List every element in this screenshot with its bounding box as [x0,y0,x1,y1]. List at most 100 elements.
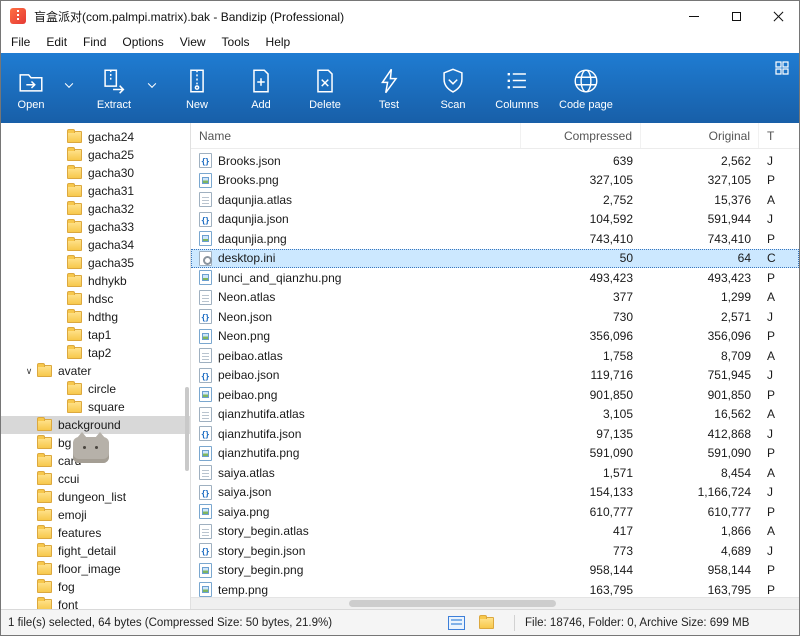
file-row[interactable]: saiya.png 610,777 610,777 P [191,502,799,522]
file-row[interactable]: qianzhutifa.atlas 3,105 16,562 A [191,405,799,425]
menu-item[interactable]: Tools [214,32,258,52]
tree-item-label: tap1 [88,328,111,342]
file-original-size: 163,795 [641,583,759,597]
tree-item[interactable]: ccui [1,470,190,488]
open-button[interactable]: Open [5,56,57,120]
expander-icon[interactable]: ∨ [21,366,37,377]
tree-item[interactable]: fog [1,578,190,596]
file-row[interactable]: daqunjia.json 104,592 591,944 J [191,210,799,230]
menu-item[interactable]: View [172,32,214,52]
file-row[interactable]: temp.png 163,795 163,795 P [191,580,799,597]
file-row[interactable]: saiya.json 154,133 1,166,724 J [191,483,799,503]
extract-dropdown[interactable] [144,56,159,120]
tree-item[interactable]: floor_image [1,560,190,578]
add-button[interactable]: Add [235,56,287,120]
tree-item[interactable]: font [1,596,190,609]
columns-button[interactable]: Columns [491,56,543,120]
tree-item[interactable]: hdhykb [1,272,190,290]
tree-item[interactable]: emoji [1,506,190,524]
view-mode-icon[interactable] [448,616,465,630]
tree-item[interactable]: gacha35 [1,254,190,272]
tree-item[interactable]: circle [1,380,190,398]
tree-item[interactable]: gacha33 [1,218,190,236]
menu-item[interactable]: Options [114,32,171,52]
file-row[interactable]: Neon.png 356,096 356,096 P [191,327,799,347]
file-row[interactable]: daqunjia.atlas 2,752 15,376 A [191,190,799,210]
file-row[interactable]: story_begin.png 958,144 958,144 P [191,561,799,581]
file-type-icon [199,290,212,305]
file-name: desktop.ini [218,251,275,265]
column-header-name[interactable]: Name [191,123,521,148]
new-archive-icon [182,66,212,96]
tree-item[interactable]: hdthg [1,308,190,326]
tree-item[interactable]: gacha34 [1,236,190,254]
tree-item-label: gacha31 [88,184,134,198]
file-row[interactable]: daqunjia.png 743,410 743,410 P [191,229,799,249]
tree-item[interactable]: fight_detail [1,542,190,560]
file-type-icon [199,387,212,402]
column-header-compressed[interactable]: Compressed [521,123,641,148]
file-name: story_begin.atlas [218,524,309,538]
menu-item[interactable]: File [3,32,38,52]
file-row[interactable]: desktop.ini 50 64 C [191,249,799,269]
close-button[interactable] [757,1,799,31]
file-row[interactable]: story_begin.atlas 417 1,866 A [191,522,799,542]
file-row[interactable]: peibao.png 901,850 901,850 P [191,385,799,405]
horizontal-scrollbar[interactable] [191,597,799,609]
file-row[interactable]: qianzhutifa.json 97,135 412,868 J [191,424,799,444]
file-row[interactable]: qianzhutifa.png 591,090 591,090 P [191,444,799,464]
menu-item[interactable]: Help [258,32,299,52]
tree-item[interactable]: ∨ avater [1,362,190,380]
archive-summary: File: 18746, Folder: 0, Archive Size: 69… [525,617,749,629]
column-header-original[interactable]: Original [641,123,759,148]
test-button[interactable]: Test [363,56,415,120]
tree-item-label: gacha35 [88,256,134,270]
file-original-size: 591,944 [641,212,759,226]
tree-item[interactable]: dungeon_list [1,488,190,506]
maximize-button[interactable] [715,1,757,31]
minimize-button[interactable] [673,1,715,31]
tree-item[interactable]: gacha30 [1,164,190,182]
file-row[interactable]: lunci_and_qianzhu.png 493,423 493,423 P [191,268,799,288]
tree-item[interactable]: tap1 [1,326,190,344]
file-original-size: 1,866 [641,524,759,538]
file-row[interactable]: saiya.atlas 1,571 8,454 A [191,463,799,483]
file-row[interactable]: Neon.json 730 2,571 J [191,307,799,327]
delete-button[interactable]: Delete [299,56,351,120]
file-row[interactable]: Brooks.json 639 2,562 J [191,151,799,171]
codepage-button[interactable]: Code page [555,56,617,120]
tree-item[interactable]: square [1,398,190,416]
tree-item[interactable]: tap2 [1,344,190,362]
file-row[interactable]: Brooks.png 327,105 327,105 P [191,171,799,191]
extract-button[interactable]: Extract [88,56,140,120]
file-row[interactable]: peibao.json 119,716 751,945 J [191,366,799,386]
tree-item[interactable]: gacha24 [1,128,190,146]
maximize-icon [732,12,741,21]
open-dropdown[interactable] [61,56,76,120]
open-folder-icon[interactable] [479,617,494,629]
file-type-letter: J [759,485,799,499]
file-original-size: 901,850 [641,388,759,402]
file-row[interactable]: peibao.atlas 1,758 8,709 A [191,346,799,366]
test-label: Test [379,99,399,111]
menu-bar: File Edit Find Options View Tools Help [1,31,799,53]
menu-item[interactable]: Edit [38,32,75,52]
new-button[interactable]: New [171,56,223,120]
sidebar-scrollbar-thumb[interactable] [185,387,189,471]
tree-item[interactable]: gacha25 [1,146,190,164]
tree-item[interactable]: hdsc [1,290,190,308]
tree-item[interactable]: gacha32 [1,200,190,218]
menu-item[interactable]: Find [75,32,114,52]
file-type-letter: A [759,407,799,421]
file-row[interactable]: story_begin.json 773 4,689 J [191,541,799,561]
tree-item[interactable]: features [1,524,190,542]
tree-item-label: emoji [58,508,87,522]
file-type-letter: P [759,329,799,343]
horizontal-scrollbar-thumb[interactable] [349,600,556,607]
folder-icon [67,221,82,233]
toolbar-layout-button[interactable] [774,60,790,76]
column-header-type[interactable]: T [759,123,799,148]
tree-item[interactable]: gacha31 [1,182,190,200]
scan-button[interactable]: Scan [427,56,479,120]
file-row[interactable]: Neon.atlas 377 1,299 A [191,288,799,308]
